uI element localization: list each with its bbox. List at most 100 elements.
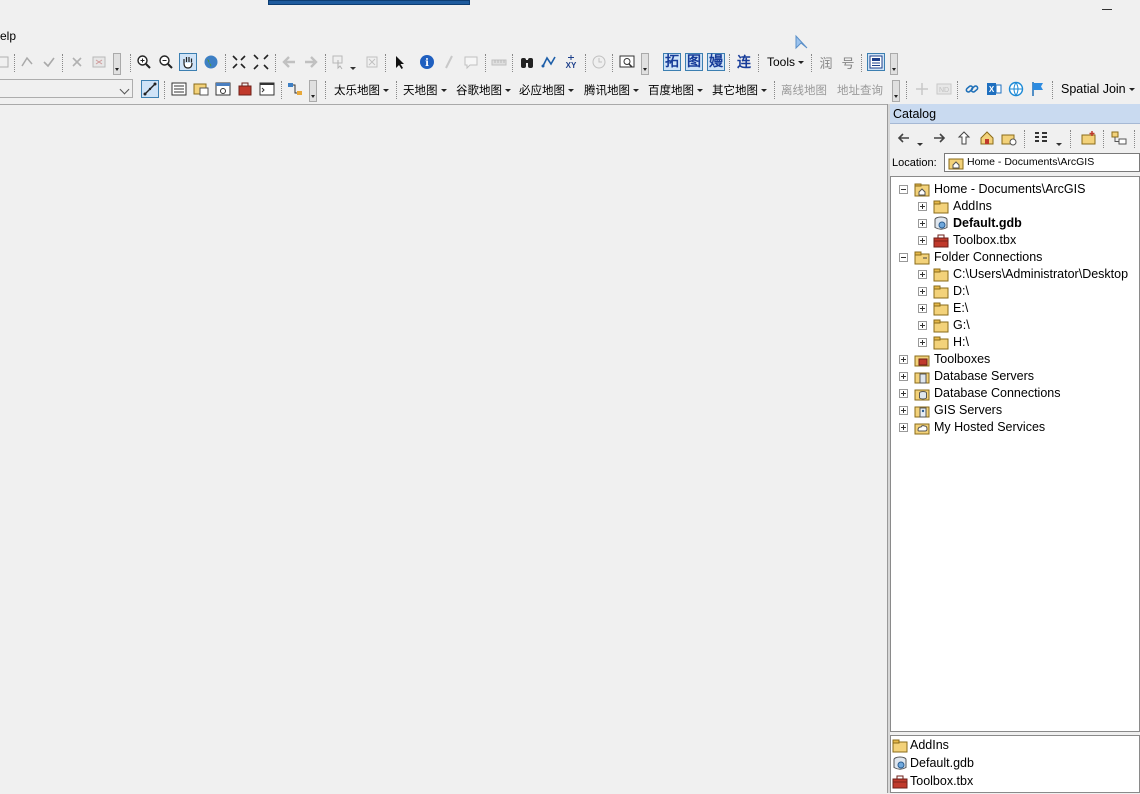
expand-icon[interactable] [899,423,908,432]
expand-icon[interactable] [918,219,927,228]
clear-selection-icon[interactable] [363,53,381,71]
collapse-icon[interactable] [899,253,908,262]
link-icon[interactable] [963,80,981,98]
collapse-icon[interactable] [899,185,908,194]
catalog-contents-list[interactable]: AddIns Default.gdb Toolbox.tbx [890,735,1140,793]
new-folder-icon[interactable] [1080,129,1098,147]
tree-item[interactable]: Toolboxes [891,351,1139,368]
spatial-join-menu[interactable]: Spatial Join [1061,82,1135,96]
select-elements-arrow-icon[interactable] [391,53,409,71]
basemap-menu-baidu[interactable]: 百度地图 [648,82,703,98]
add-coordinate-icon[interactable] [913,80,931,98]
catalog-window-icon[interactable] [192,80,210,98]
fixed-zoom-in-icon[interactable] [230,53,248,71]
partial-tool-icon[interactable] [0,53,12,71]
arctoolbox-icon[interactable] [236,80,254,98]
edit-vertices-icon[interactable] [18,53,36,71]
measure-icon[interactable] [490,53,508,71]
tree-item[interactable]: My Hosted Services [891,419,1139,436]
zoom-in-icon[interactable] [135,53,153,71]
toolbar-grip[interactable] [892,80,900,102]
expand-icon[interactable] [899,355,908,364]
expand-icon[interactable] [918,321,927,330]
python-window-icon[interactable] [258,80,276,98]
tree-item[interactable]: Toolbox.tbx [891,232,1139,249]
tree-item[interactable]: AddIns [891,198,1139,215]
tree-item[interactable]: H:\ [891,334,1139,351]
forward-arrow-icon[interactable] [931,129,949,147]
toolbar-grip[interactable] [641,53,649,75]
no-data-icon[interactable]: ND [935,80,953,98]
address-query-button[interactable]: 地址查询 [837,82,883,98]
minimize-button[interactable] [1102,0,1114,12]
basemap-menu-bing[interactable]: 必应地图 [519,82,574,98]
toolbar-grip[interactable] [113,53,121,75]
toolbar-grip[interactable] [309,80,317,102]
view-dropdown-arrow[interactable] [1055,131,1064,149]
basemap-menu-tianditu[interactable]: 天地图 [403,82,447,98]
expand-icon[interactable] [918,270,927,279]
delete-feature-icon[interactable] [68,53,86,71]
back-extent-icon[interactable] [280,53,298,71]
create-viewer-icon[interactable] [618,53,636,71]
model-builder-icon[interactable] [286,80,304,98]
identify-icon[interactable]: i [418,53,436,71]
expand-icon[interactable] [899,406,908,415]
expand-icon[interactable] [899,372,908,381]
map-canvas[interactable] [0,104,887,794]
time-slider-icon[interactable] [590,53,608,71]
search-window-icon[interactable] [214,80,232,98]
cn-tool-button-man[interactable]: 嫚 [707,53,725,71]
find-binoculars-icon[interactable] [518,53,536,71]
tree-item[interactable]: E:\ [891,300,1139,317]
forward-extent-icon[interactable] [302,53,320,71]
fixed-zoom-out-icon[interactable] [252,53,270,71]
edit-tool-icon[interactable] [141,80,159,98]
toggle-contents-icon[interactable] [1110,129,1128,147]
run-tool-button[interactable]: 润 [817,53,835,71]
excel-export-icon[interactable]: X [985,80,1003,98]
number-tool-button[interactable]: 号 [839,53,857,71]
cn-tool-button-tu[interactable]: 图 [685,53,703,71]
back-dropdown-arrow[interactable] [916,131,925,149]
hyperlink-icon[interactable] [440,53,458,71]
select-features-icon[interactable] [330,53,348,71]
connect-folder-icon[interactable] [1000,129,1018,147]
select-dropdown-arrow[interactable] [349,55,358,73]
go-to-xy-icon[interactable]: XY [562,53,580,71]
expand-icon[interactable] [918,287,927,296]
validate-icon[interactable] [40,53,58,71]
expand-icon[interactable] [918,202,927,211]
calculator-icon[interactable] [867,53,885,71]
tree-item[interactable]: Default.gdb [891,215,1139,232]
tree-item[interactable]: Database Servers [891,368,1139,385]
location-input[interactable]: Home - Documents\ArcGIS [944,153,1140,172]
zoom-out-icon[interactable] [157,53,175,71]
up-one-level-icon[interactable] [955,129,973,147]
catalog-tree[interactable]: Home - Documents\ArcGIS AddIns Default.gdb… [890,176,1140,732]
offline-map-button[interactable]: 离线地图 [781,82,827,98]
basemap-menu-google[interactable]: 谷歌地图 [456,82,511,98]
expand-icon[interactable] [899,389,908,398]
flag-icon[interactable] [1029,80,1047,98]
table-of-contents-icon[interactable] [170,80,188,98]
tools-menu[interactable]: Tools [767,55,805,69]
find-route-icon[interactable] [540,53,558,71]
tree-item[interactable]: C:\Users\Administrator\Desktop [891,266,1139,283]
toolbar-grip[interactable] [890,53,898,75]
expand-icon[interactable] [918,304,927,313]
back-arrow-icon[interactable] [894,129,912,147]
basemap-menu-tencent[interactable]: 腾讯地图 [584,82,639,98]
view-options-icon[interactable] [1032,129,1050,147]
tree-item[interactable]: Home - Documents\ArcGIS [891,181,1139,198]
tree-item[interactable]: Folder Connections [891,249,1139,266]
pan-hand-icon[interactable] [179,53,197,71]
expand-icon[interactable] [918,236,927,245]
cn-tool-button-lian[interactable]: 连 [735,53,753,71]
basemap-menu-other[interactable]: 其它地图 [712,82,767,98]
tree-item[interactable]: D:\ [891,283,1139,300]
globe-icon[interactable] [202,53,220,71]
expand-icon[interactable] [918,338,927,347]
tree-item[interactable]: Database Connections [891,385,1139,402]
cn-tool-button-tuo[interactable]: 拓 [663,53,681,71]
